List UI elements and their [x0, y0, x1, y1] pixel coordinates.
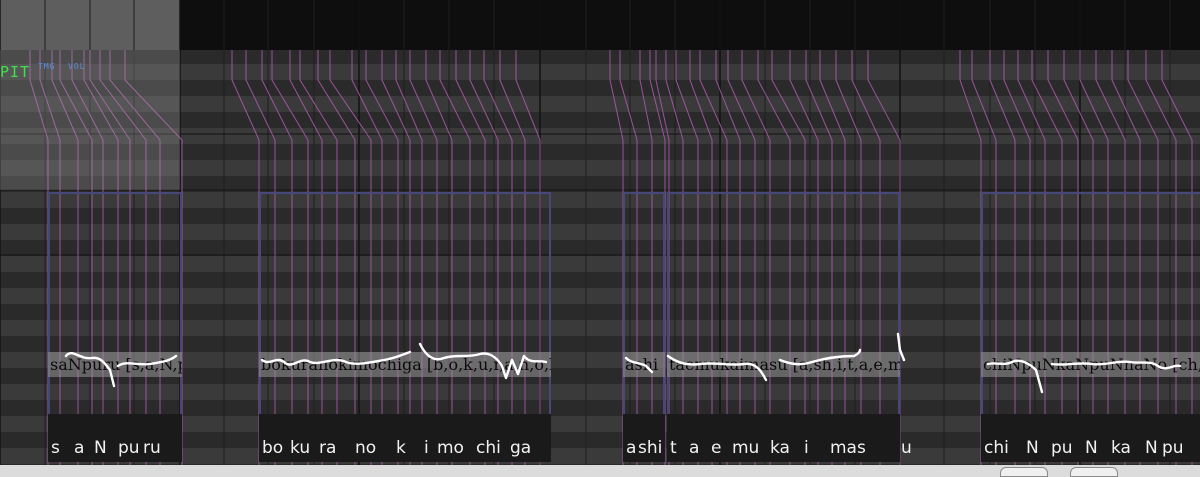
scrollbar-thumb[interactable]	[1070, 467, 1118, 477]
pitch-curve[interactable]	[418, 342, 548, 380]
pitch-curve[interactable]	[64, 352, 178, 388]
pitch-curve[interactable]	[986, 359, 1182, 394]
pitch-curve[interactable]	[624, 354, 768, 382]
piano-roll-editor[interactable]: PIT TMG VOL saNpuru [s,a,N,p,u,r,u] s a …	[0, 0, 1200, 477]
pitch-curve[interactable]	[778, 348, 862, 366]
pitch-curve[interactable]	[896, 332, 906, 362]
pitch-curve-layer[interactable]	[0, 0, 1200, 477]
pitch-curve[interactable]	[260, 350, 412, 366]
scrollbar-thumb[interactable]	[1000, 467, 1048, 477]
